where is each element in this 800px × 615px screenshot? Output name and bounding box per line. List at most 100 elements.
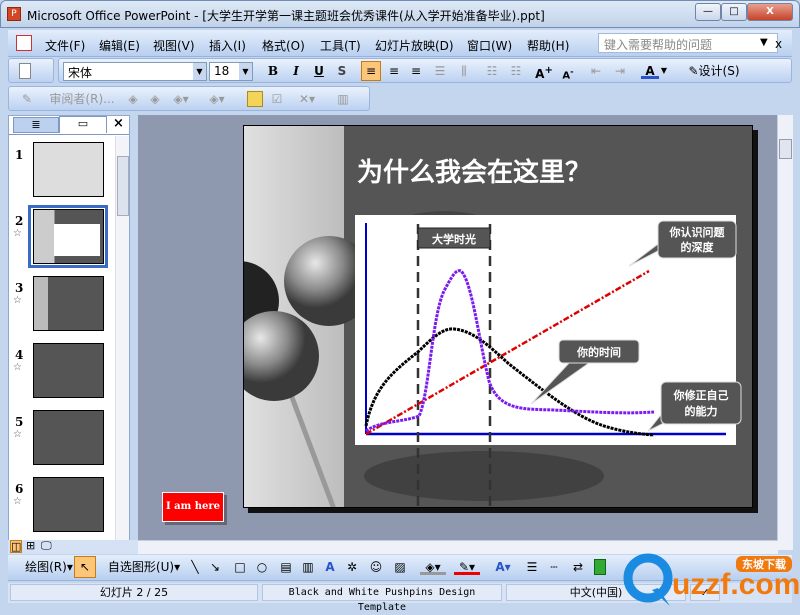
font-color-icon[interactable]: A▾ [490, 559, 516, 575]
reviewing-pane-icon[interactable]: ▥ [335, 91, 351, 107]
draw-menu-button[interactable]: 绘图(R)▾ [18, 559, 80, 575]
autoshapes-button[interactable]: 自选图形(U)▾ [104, 559, 184, 575]
slide-thumbnail-4[interactable] [33, 343, 104, 398]
menu-bar: 文件(F) 编辑(E) 视图(V) 插入(I) 格式(O) 工具(T) 幻灯片放… [8, 30, 792, 57]
view-buttons: ◫ ⊞ 🖵 [8, 540, 138, 554]
apply-icon[interactable]: ◈▾ [169, 91, 193, 107]
watermark-graphic: uzzf.com 东坡下载 [623, 553, 800, 606]
slides-tab[interactable]: ▭ [59, 116, 107, 133]
oval-icon[interactable]: ○ [254, 559, 270, 575]
font-color-button[interactable]: A [641, 63, 659, 79]
slide-number: 6 [15, 482, 24, 496]
font-size-select[interactable]: 18 ▼ [209, 62, 253, 81]
animation-star-icon: ☆ [13, 362, 22, 373]
callout-time-label: 你的时间 [576, 345, 621, 359]
reject-icon[interactable]: ◈▾ [205, 91, 229, 107]
animation-star-icon: ☆ [13, 496, 22, 507]
markup-icon[interactable]: ✎ [19, 91, 35, 107]
reviewing-toolbar: ✎ 审阅者(R)... ◈ ◈ ◈▾ ◈▾ ☑ ✕▾ ▥ [8, 86, 370, 111]
line-color-icon[interactable]: ✎▾ [454, 559, 480, 575]
shadow-button[interactable]: S [334, 63, 350, 79]
normal-view-button[interactable]: ◫ [10, 540, 23, 553]
underline-button[interactable]: U [311, 63, 327, 79]
edit-comment-icon[interactable]: ☑ [269, 91, 285, 107]
fill-color-icon[interactable]: ◈▾ [420, 559, 446, 575]
menu-window[interactable]: 窗口(W) [467, 37, 512, 54]
bullets-icon[interactable]: ☷ [507, 63, 525, 79]
close-pane-button[interactable]: × [113, 116, 124, 131]
vertical-textbox-icon[interactable]: ▥ [300, 559, 316, 575]
bold-button[interactable]: B [265, 63, 281, 79]
maximize-button[interactable]: □ [721, 3, 747, 21]
textbox-icon[interactable]: ▤ [278, 559, 294, 575]
slide-thumbnail-3[interactable] [33, 276, 104, 331]
arrow-style-icon[interactable]: ⇄ [570, 559, 586, 575]
menu-tools[interactable]: 工具(T) [320, 37, 361, 54]
increase-font-icon[interactable]: A+ [535, 63, 553, 81]
slide-thumbnail-6[interactable] [33, 477, 104, 532]
minimize-button[interactable]: — [695, 3, 721, 21]
help-search-input[interactable]: 键入需要帮助的问题 [598, 33, 778, 53]
menu-insert[interactable]: 插入(I) [209, 37, 246, 54]
callout-ability: 你修正自己 的能力 [647, 381, 742, 432]
reviewer-button[interactable]: 审阅者(R)... [47, 91, 117, 107]
formatting-toolbar: 宋体 ▼ 18 ▼ B I U S ≡ ≡ ≡ ☰ ⫼ ☷ ☷ A+ A- ⇤ ⇥ … [58, 58, 792, 83]
slideshow-view-button[interactable]: 🖵 [41, 540, 52, 551]
wordart-icon[interactable]: A [322, 559, 338, 575]
slide-title: 为什么我会在这里？ [357, 157, 591, 188]
slide-thumbnail-1[interactable] [33, 142, 104, 197]
vertical-text-icon[interactable]: ⫼ [455, 63, 473, 79]
menu-format[interactable]: 格式(O) [262, 37, 305, 54]
watermark-badge: 东坡下载 [742, 557, 786, 571]
line-spacing-icon[interactable]: ☰ [431, 63, 449, 79]
menu-edit[interactable]: 编辑(E) [99, 37, 140, 54]
numbering-icon[interactable]: ☷ [483, 63, 501, 79]
scrollbar-thumb[interactable] [779, 139, 792, 159]
insert-comment-icon[interactable] [247, 91, 263, 107]
design-button[interactable]: ✎设计(S) [679, 63, 749, 79]
picture-icon[interactable]: ▨ [392, 559, 408, 575]
menu-view[interactable]: 视图(V) [153, 37, 195, 54]
slide-number: 2 [15, 214, 24, 228]
thumbnail-scrollbar[interactable] [115, 136, 129, 541]
delete-comment-icon[interactable]: ✕▾ [293, 91, 321, 107]
font-color-dropdown-icon[interactable]: ▼ [659, 63, 669, 79]
rectangle-icon[interactable]: □ [232, 559, 248, 575]
clipart-icon[interactable]: ☺ [368, 559, 384, 575]
line-style-icon[interactable]: ☰ [524, 559, 540, 575]
menu-help[interactable]: 帮助(H) [527, 37, 569, 54]
scrollbar-thumb[interactable] [117, 156, 129, 216]
line-icon[interactable]: ╲ [188, 559, 202, 575]
vertical-scrollbar[interactable] [777, 115, 793, 550]
previous-item-icon[interactable]: ◈ [125, 91, 141, 107]
align-right-button[interactable]: ≡ [407, 63, 425, 79]
menu-file[interactable]: 文件(F) [45, 37, 85, 54]
arrow-icon[interactable]: ↘ [208, 559, 222, 575]
slide-thumbnail-2[interactable] [33, 209, 104, 264]
new-document-icon[interactable] [19, 63, 31, 79]
menu-slideshow[interactable]: 幻灯片放映(D) [375, 37, 454, 54]
outline-tab[interactable]: ≣ [13, 117, 59, 133]
close-document-button[interactable]: x [775, 37, 782, 51]
align-left-button[interactable]: ≡ [361, 61, 381, 81]
decrease-indent-icon[interactable]: ⇤ [587, 63, 605, 79]
slide-thumbnail-5[interactable] [33, 410, 104, 465]
diagram-icon[interactable]: ✲ [344, 559, 360, 575]
period-label: 大学时光 [432, 232, 476, 246]
design-template-name: Black and White Pushpins Design Template [262, 584, 502, 613]
slide-canvas[interactable]: 为什么我会在这里？ 大学时光 你认识问题 的深度 你的时间 你修正自己 的能力 [243, 125, 753, 508]
slide-sorter-view-button[interactable]: ⊞ [26, 540, 35, 551]
dash-style-icon[interactable]: ┄ [546, 559, 562, 575]
font-select[interactable]: 宋体 ▼ [63, 62, 207, 81]
select-objects-icon[interactable]: ↖ [74, 556, 96, 578]
next-item-icon[interactable]: ◈ [147, 91, 163, 107]
increase-indent-icon[interactable]: ⇥ [611, 63, 629, 79]
decrease-font-icon[interactable]: A- [559, 63, 577, 81]
help-dropdown-icon[interactable]: ▼ [760, 37, 768, 48]
align-center-button[interactable]: ≡ [385, 63, 403, 79]
close-button[interactable]: X [747, 3, 793, 21]
slide-graphic: 为什么我会在这里？ 大学时光 你认识问题 的深度 你的时间 你修正自己 的能力 [244, 126, 742, 507]
shadow-style-icon[interactable] [594, 559, 606, 575]
italic-button[interactable]: I [288, 63, 304, 79]
i-am-here-button[interactable]: I am here [162, 492, 224, 522]
